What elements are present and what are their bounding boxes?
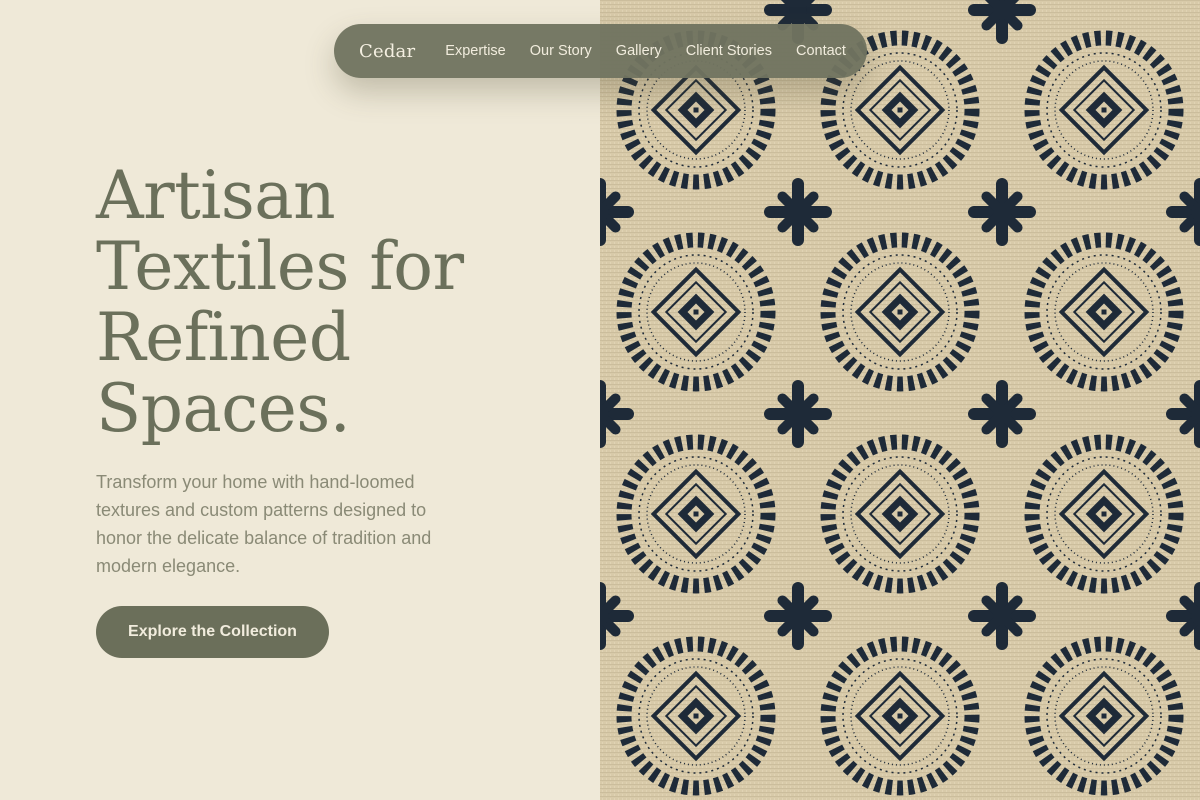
top-navigation: Cedar Expertise Our Story Gallery Client… xyxy=(334,24,867,78)
nav-link-client-stories[interactable]: Client Stories xyxy=(686,43,772,59)
hero-title-line: Refined xyxy=(96,299,351,376)
explore-collection-button[interactable]: Explore the Collection xyxy=(96,606,329,658)
nav-link-gallery[interactable]: Gallery xyxy=(616,43,662,59)
textile-pattern-image xyxy=(600,0,1200,800)
nav-link-expertise[interactable]: Expertise xyxy=(445,43,505,59)
hero-title-line: Artisan xyxy=(96,157,336,234)
nav-link-contact[interactable]: Contact xyxy=(796,43,846,59)
nav-link-our-story[interactable]: Our Story xyxy=(530,43,592,59)
hero-left-panel: Artisan Textiles for Refined Spaces. Tra… xyxy=(0,0,600,800)
hero-title-line: Textiles for xyxy=(96,228,464,305)
hero-title-line: Spaces. xyxy=(96,370,351,447)
textile-pattern-svg xyxy=(600,0,1200,800)
brand-logo[interactable]: Cedar xyxy=(359,41,415,62)
hero-title: Artisan Textiles for Refined Spaces. xyxy=(96,160,576,444)
hero-description: Transform your home with hand-loomed tex… xyxy=(96,472,432,576)
